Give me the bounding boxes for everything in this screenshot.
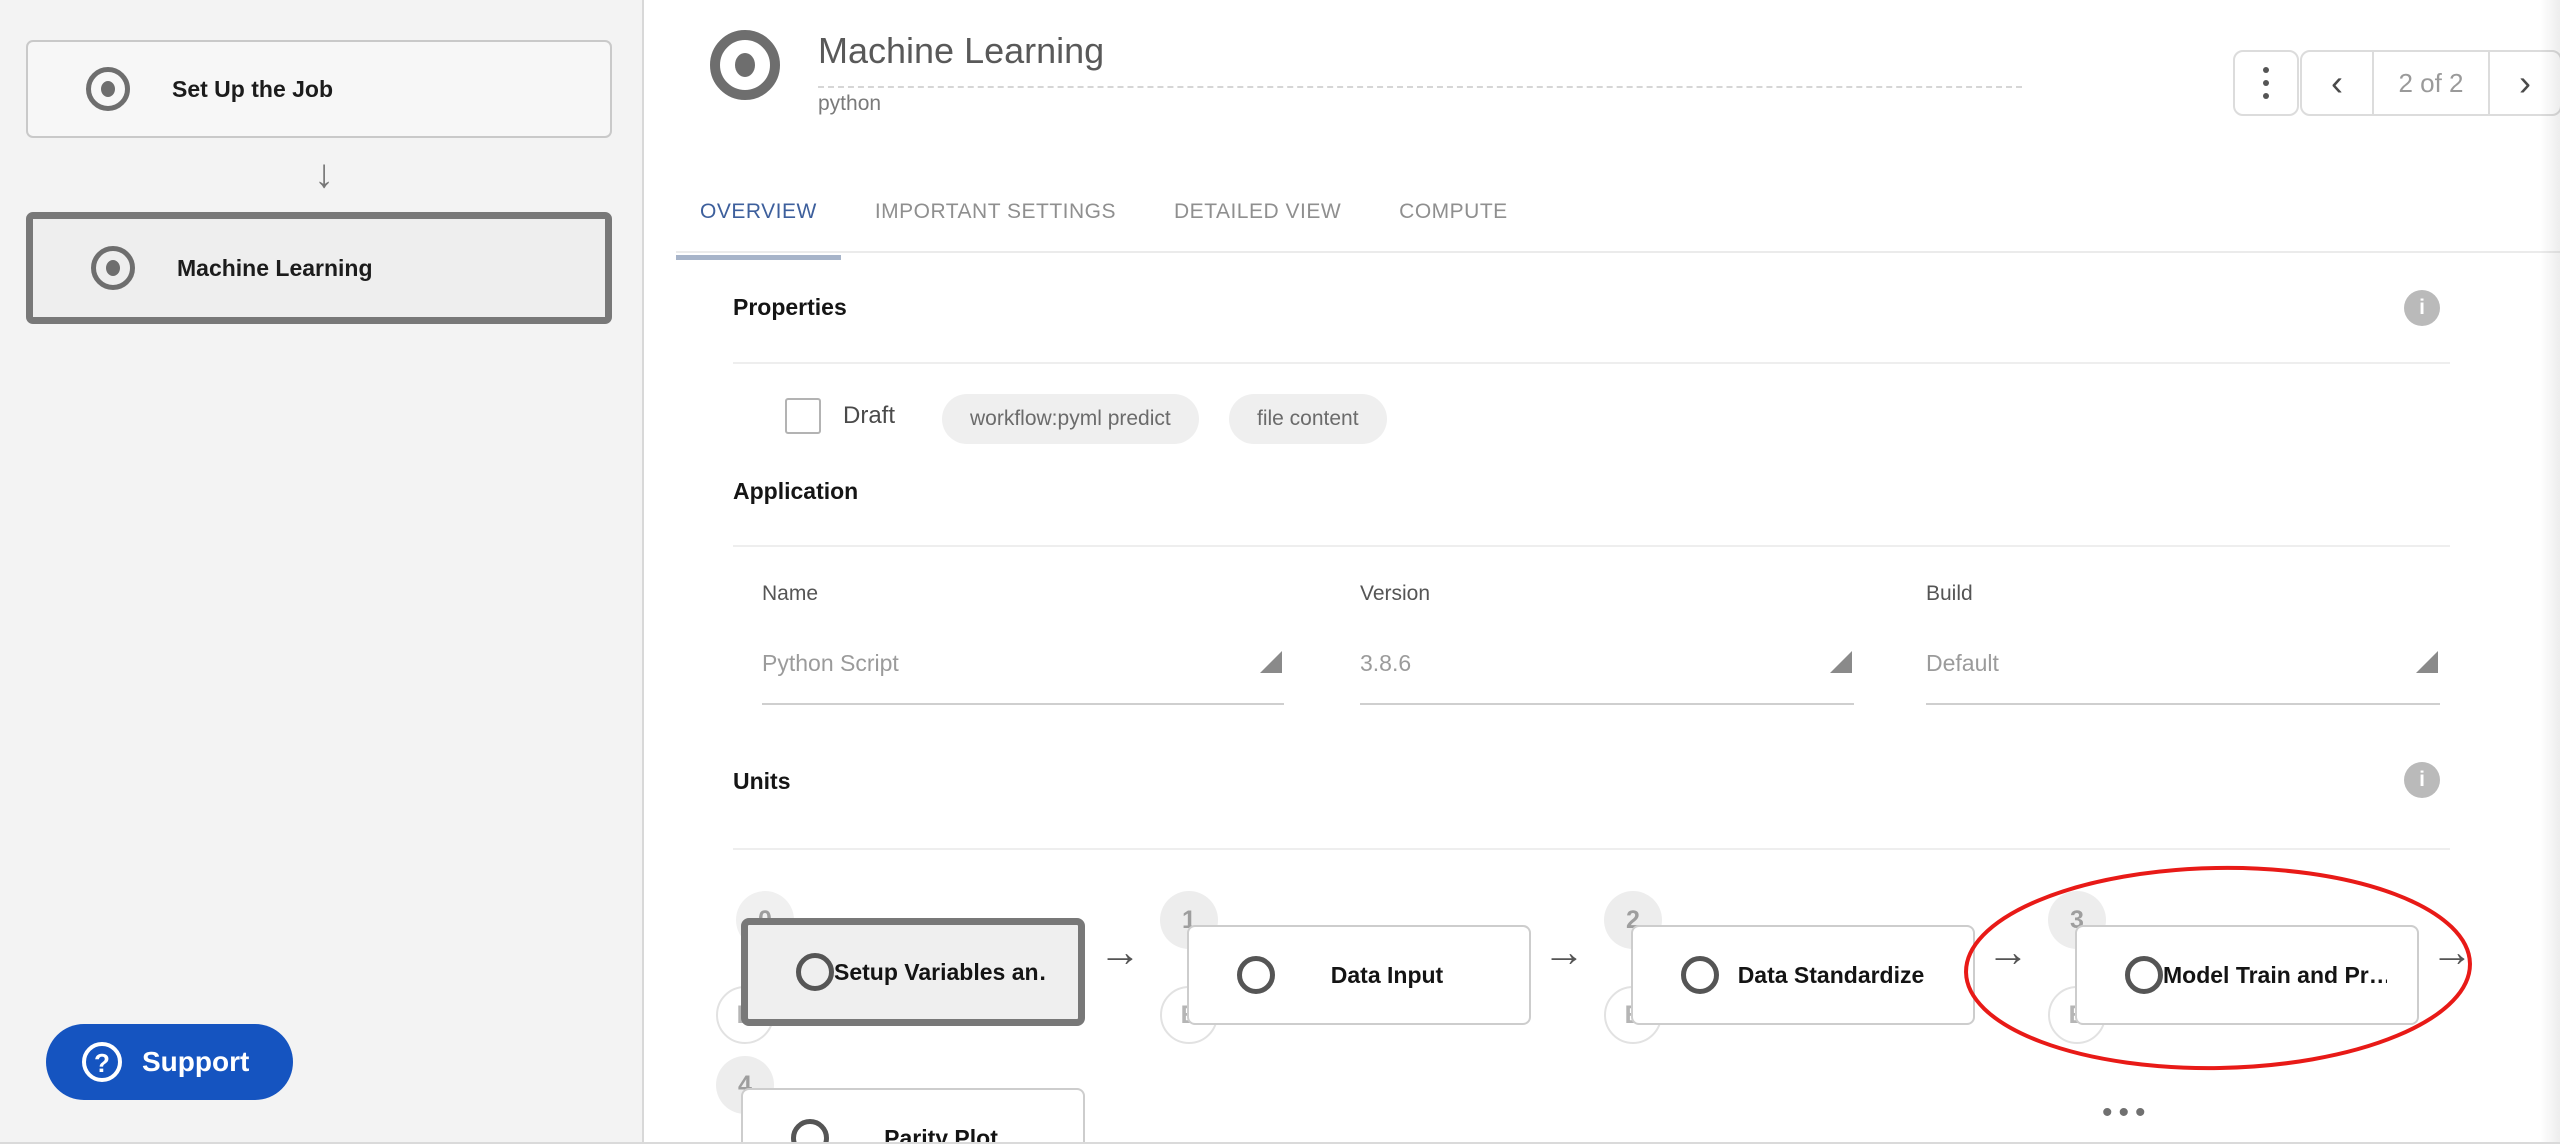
tag-chip: file content (1229, 394, 1387, 444)
dropdown-caret-icon (1830, 651, 1852, 673)
step-label: Set Up the Job (172, 76, 333, 103)
tab-overview[interactable]: OVERVIEW (676, 200, 841, 258)
step-label: Machine Learning (177, 255, 373, 282)
app-window: Set Up the Job ↓ Machine Learning ? Supp… (0, 0, 2560, 1144)
main-panel: Machine Learning python ‹ 2 of 2 › OVERV… (646, 0, 2560, 1144)
field-value: Default (1926, 650, 2440, 705)
unit-box-model-train[interactable]: Model Train and Pr… (2075, 925, 2419, 1025)
unit-label: Data Input (1275, 962, 1499, 989)
divider (733, 362, 2450, 364)
sidebar-step-machine-learning[interactable]: Machine Learning (26, 212, 612, 324)
field-value: Python Script (762, 650, 1284, 705)
info-icon[interactable]: i (2404, 762, 2440, 798)
divider (733, 848, 2450, 850)
app-build-select[interactable]: Build Default (1926, 582, 2440, 705)
unit-circle-icon (1237, 956, 1275, 994)
unit-box-parity-plot[interactable]: Parity Plot (741, 1088, 1085, 1144)
down-arrow-icon: ↓ (300, 150, 348, 198)
pager-prev-button[interactable]: ‹ (2302, 52, 2372, 114)
draft-checkbox[interactable] (785, 398, 821, 434)
kebab-icon (2263, 93, 2269, 99)
unit-circle-icon (2125, 956, 2163, 994)
dropdown-caret-icon (1260, 651, 1282, 673)
unit-label: Data Standardize (1719, 962, 1943, 989)
support-button[interactable]: ? Support (46, 1024, 293, 1100)
job-title-input[interactable]: Machine Learning (818, 30, 2022, 88)
sidebar: Set Up the Job ↓ Machine Learning ? Supp… (0, 0, 644, 1144)
draft-label: Draft (843, 402, 895, 430)
question-icon: ? (82, 1042, 122, 1082)
unit-circle-icon (796, 953, 834, 991)
field-label: Version (1360, 582, 1854, 606)
field-label: Name (762, 582, 1284, 606)
tag-chip: workflow:pyml predict (942, 394, 1199, 444)
flow-arrow-icon: → (1978, 928, 2038, 976)
tab-compute[interactable]: COMPUTE (1375, 200, 1532, 258)
app-version-select[interactable]: Version 3.8.6 (1360, 582, 1854, 705)
more-units-button[interactable]: ••• (2102, 1096, 2152, 1130)
tab-detailed-view[interactable]: DETAILED VIEW (1150, 200, 1365, 258)
kebab-icon (2263, 67, 2269, 73)
kebab-icon (2263, 80, 2269, 86)
target-icon (91, 246, 135, 290)
unit-label: Setup Variables an… (834, 959, 1048, 986)
field-value: 3.8.6 (1360, 650, 1854, 705)
properties-heading: Properties (733, 294, 847, 321)
unit-circle-icon (791, 1119, 829, 1144)
dropdown-caret-icon (2416, 651, 2438, 673)
scroll-edge-shadow (2540, 0, 2560, 1144)
target-icon (86, 67, 130, 111)
tab-important-settings[interactable]: IMPORTANT SETTINGS (851, 200, 1140, 258)
pager-label: 2 of 2 (2372, 52, 2490, 114)
support-label: Support (142, 1046, 249, 1078)
units-heading: Units (733, 768, 791, 795)
divider (733, 545, 2450, 547)
tab-bar-underline (676, 251, 2560, 253)
unit-label: Model Train and Pr… (2163, 962, 2387, 989)
field-label: Build (1926, 582, 2440, 606)
job-subtitle: python (818, 92, 881, 116)
job-target-icon (710, 30, 780, 100)
unit-box-data-standardize[interactable]: Data Standardize (1631, 925, 1975, 1025)
unit-circle-icon (1681, 956, 1719, 994)
unit-box-setup-variables[interactable]: Setup Variables an… (741, 918, 1085, 1026)
unit-box-data-input[interactable]: Data Input (1187, 925, 1531, 1025)
application-heading: Application (733, 478, 858, 505)
flow-arrow-icon: → (2422, 928, 2482, 976)
app-name-select[interactable]: Name Python Script (762, 582, 1284, 705)
info-icon[interactable]: i (2404, 290, 2440, 326)
pager: ‹ 2 of 2 › (2300, 50, 2560, 116)
kebab-menu-button[interactable] (2233, 50, 2299, 116)
tab-bar: OVERVIEW IMPORTANT SETTINGS DETAILED VIE… (676, 200, 1542, 258)
sidebar-step-setup-job[interactable]: Set Up the Job (26, 40, 612, 138)
unit-label: Parity Plot (829, 1125, 1053, 1144)
flow-arrow-icon: → (1534, 928, 1594, 976)
flow-arrow-icon: → (1090, 928, 1150, 976)
